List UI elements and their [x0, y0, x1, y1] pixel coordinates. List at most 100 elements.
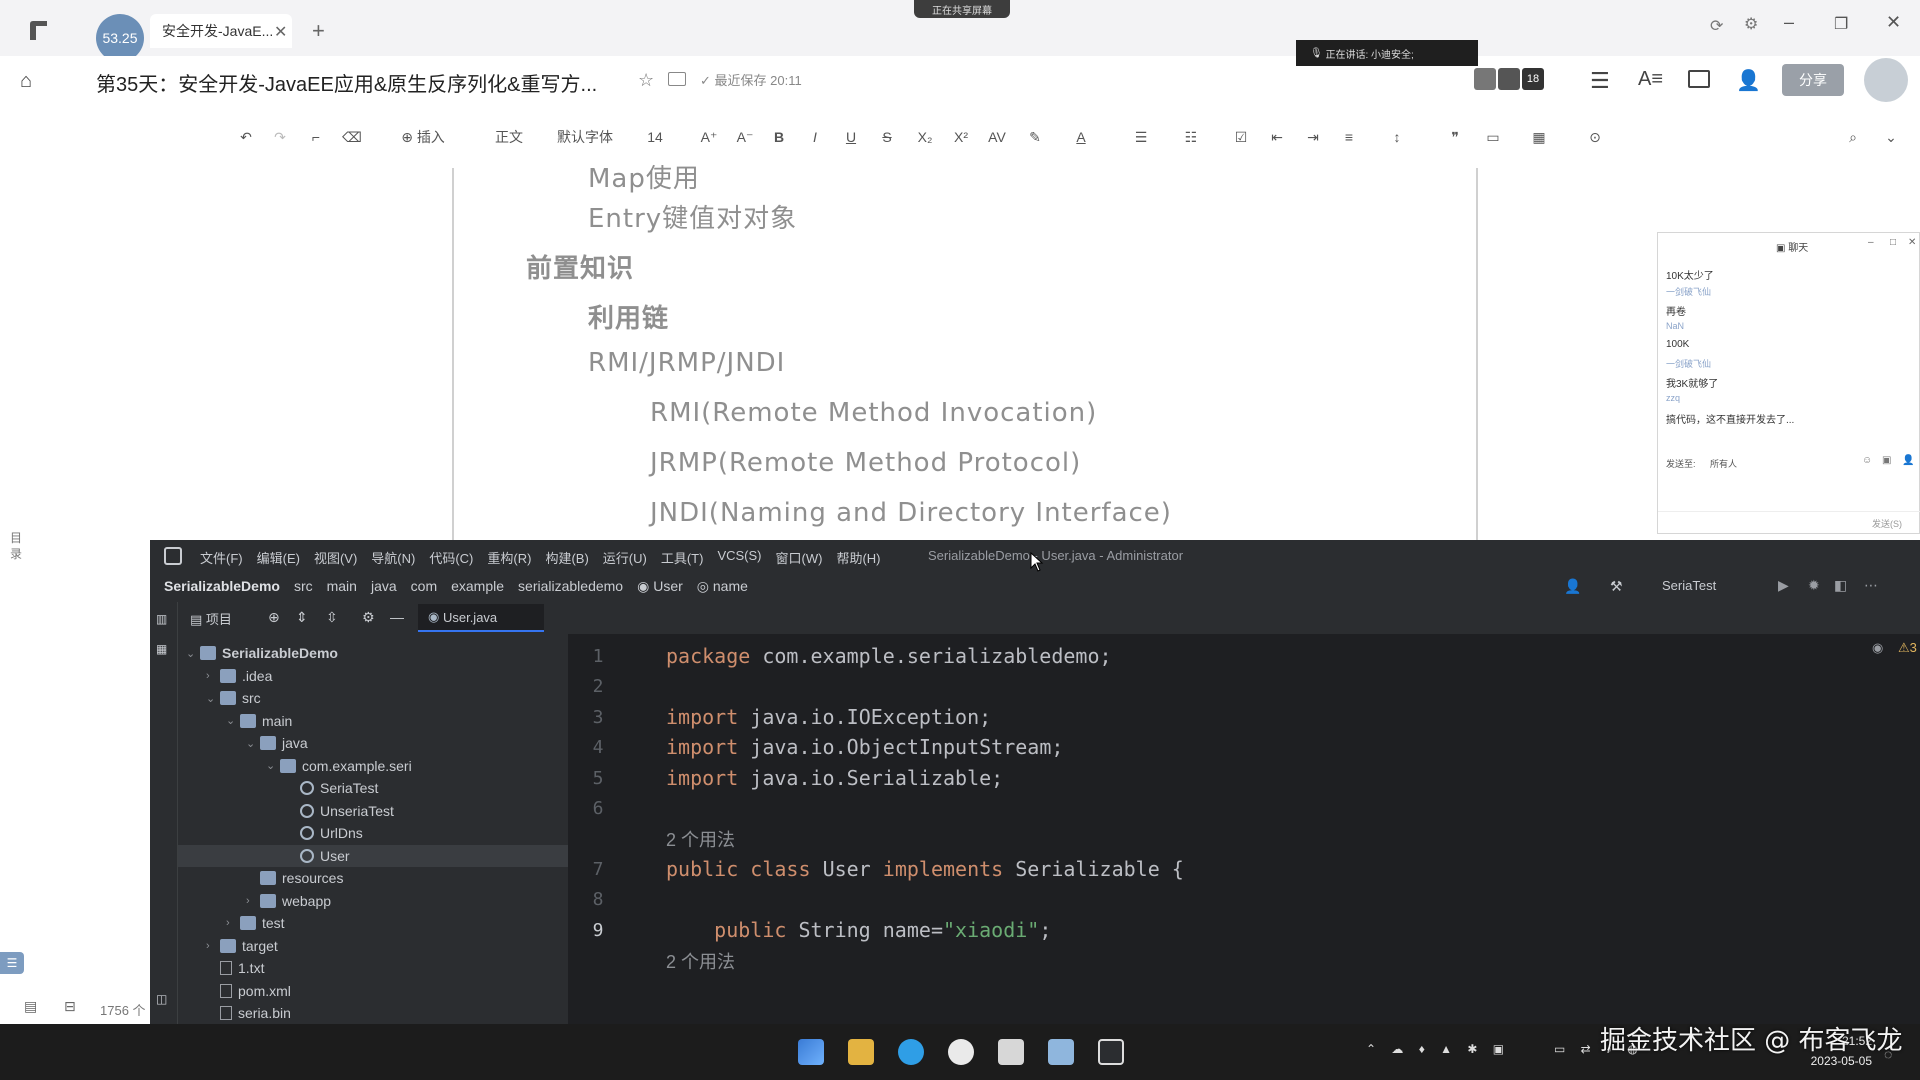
project-view-dropdown[interactable]: ▤ 项目 [190, 609, 232, 628]
structure-tool-icon[interactable]: ▦ [156, 642, 167, 656]
menu-help[interactable]: 帮助(H) [836, 548, 880, 567]
highlight-icon[interactable]: ✎ [1024, 126, 1046, 148]
menu-vcs[interactable]: VCS(S) [717, 548, 761, 567]
tree-item[interactable]: › test [178, 912, 568, 934]
chevron-right-icon[interactable]: › [206, 670, 220, 682]
menu-edit[interactable]: 编辑(E) [257, 548, 300, 567]
clear-format-icon[interactable]: ⌫ [342, 126, 362, 148]
photos-icon[interactable] [1048, 1039, 1074, 1065]
tree-item[interactable]: ⌄ main [178, 710, 568, 732]
doc-line[interactable]: JRMP(Remote Method Protocol) [650, 448, 1081, 478]
user-icon[interactable]: 👤 [1564, 578, 1581, 595]
run-icon[interactable]: ▶ [1778, 577, 1789, 594]
maximize-icon[interactable]: ❐ [1834, 14, 1848, 34]
subscript-icon[interactable]: X₂ [914, 126, 936, 148]
hide-panel-icon[interactable]: — [390, 609, 404, 625]
tab-close-icon[interactable]: ✕ [274, 22, 287, 42]
chrome-browser-icon[interactable] [948, 1039, 974, 1065]
image-icon[interactable]: ▣ [1882, 455, 1891, 466]
insert-menu[interactable]: ⊕ 插入 [390, 126, 456, 148]
expand-all-icon[interactable]: ⇕ [296, 609, 308, 626]
minimize-icon[interactable]: – [1784, 12, 1794, 33]
menu-window[interactable]: 窗口(W) [776, 548, 823, 567]
chevron-down-icon[interactable]: ⌄ [206, 692, 220, 705]
star-icon[interactable]: ☆ [638, 70, 654, 91]
breadcrumb-field[interactable]: ◎ name [697, 578, 748, 595]
menu-tools[interactable]: 工具(T) [661, 548, 704, 567]
code-line[interactable]: package com.example.serializabledemo; [666, 644, 1112, 668]
debug-icon[interactable]: ✹ [1808, 577, 1820, 594]
menu-run[interactable]: 运行(U) [603, 548, 647, 567]
intellij-idea-icon[interactable] [1098, 1039, 1124, 1065]
chat-maximize-icon[interactable]: □ [1890, 237, 1896, 248]
chevron-down-icon[interactable]: ⌄ [1880, 126, 1902, 148]
menu-file[interactable]: 文件(F) [200, 548, 243, 567]
bold-icon[interactable]: B [770, 126, 788, 148]
page-view-icon[interactable]: ⊟ [64, 998, 76, 1015]
menu-code[interactable]: 代码(C) [429, 548, 473, 567]
breadcrumb-class[interactable]: ◉ User [637, 578, 683, 595]
share-button[interactable]: 分享 [1782, 64, 1844, 96]
italic-icon[interactable]: I [806, 126, 824, 148]
code-line[interactable]: import java.io.Serializable; [666, 766, 1003, 790]
chevron-down-icon[interactable]: ⌄ [266, 759, 280, 772]
chevron-down-icon[interactable]: ⌄ [246, 737, 260, 750]
system-tray-icons[interactable]: ⌃ ☁ ♦ ▲ ✱ ▣ [1366, 1042, 1510, 1056]
doc-heading[interactable]: 前置知识 [526, 248, 634, 285]
menu-view[interactable]: 视图(V) [314, 548, 357, 567]
tab-document[interactable]: 安全开发-JavaE... [150, 14, 292, 48]
bullet-list-icon[interactable]: ☰ [1130, 126, 1152, 148]
code-line[interactable]: import java.io.IOException; [666, 705, 991, 729]
tree-item[interactable]: › target [178, 935, 568, 957]
character-spacing-icon[interactable]: AV [986, 126, 1008, 148]
chevron-down-icon[interactable]: ⌄ [226, 714, 240, 727]
chat-minimize-icon[interactable]: – [1868, 237, 1874, 248]
usages-hint[interactable]: 2 个用法 [666, 948, 735, 974]
doc-view-icon[interactable]: ▤ [24, 998, 37, 1015]
gear-icon[interactable]: ⚙ [362, 609, 375, 626]
tree-item[interactable]: ⌄ java [178, 732, 568, 754]
code-editor[interactable]: ◉ ⚠3 1 package com.example.serializablede… [568, 634, 1920, 1024]
usages-hint[interactable]: 2 个用法 [666, 826, 735, 852]
more-tools-icon[interactable]: ⊙ [1584, 126, 1606, 148]
menu-navigate[interactable]: 导航(N) [371, 548, 415, 567]
tab-user-java[interactable]: ◉ User.java [418, 604, 544, 632]
tree-item[interactable]: 1.txt [178, 957, 568, 979]
align-icon[interactable]: ≡ [1338, 126, 1360, 148]
tree-item[interactable]: › .idea [178, 665, 568, 687]
underline-icon[interactable]: U [842, 126, 860, 148]
doc-line[interactable]: JNDI(Naming and Directory Interface) [650, 498, 1172, 528]
reader-mode-icon[interactable]: ◉ [1872, 640, 1883, 656]
search-icon[interactable]: ⌕ [1842, 126, 1864, 148]
send-to-dropdown[interactable]: 所有人 [1710, 457, 1737, 470]
tree-item[interactable]: seria.bin [178, 1002, 568, 1024]
project-tool-icon[interactable]: ▥ [156, 612, 167, 626]
new-tab-icon[interactable]: + [312, 18, 325, 44]
tree-item[interactable]: User [178, 844, 568, 867]
tree-item[interactable]: pom.xml [178, 980, 568, 1002]
doc-line[interactable]: Map使用 [588, 158, 700, 195]
collapse-all-icon[interactable]: ⇳ [326, 609, 338, 626]
avatar[interactable] [1864, 58, 1908, 102]
member-icon[interactable]: 👤 [1902, 455, 1914, 466]
breadcrumb-item[interactable]: com [411, 578, 437, 595]
increase-font-icon[interactable]: A⁺ [698, 126, 720, 148]
font-dropdown[interactable]: 默认字体 [550, 126, 620, 148]
code-line[interactable]: public class User implements Serializabl… [666, 857, 1184, 881]
outline-toggle[interactable]: 目录 [10, 530, 26, 562]
code-line[interactable]: import java.io.ObjectInputStream; [666, 735, 1063, 759]
tree-item[interactable]: UrlDns [178, 822, 568, 844]
indent-icon[interactable]: ⇥ [1302, 126, 1324, 148]
home-icon[interactable]: ⌂ [20, 70, 32, 93]
strikethrough-icon[interactable]: S [878, 126, 896, 148]
chevron-right-icon[interactable]: › [206, 940, 220, 952]
more-run-icon[interactable]: ⋯ [1864, 577, 1878, 594]
close-window-icon[interactable]: ✕ [1886, 12, 1901, 33]
line-spacing-icon[interactable]: ↕ [1386, 126, 1408, 148]
doc-line[interactable]: Entry键值对对象 [588, 198, 797, 235]
divider-icon[interactable]: ▭ [1482, 126, 1504, 148]
superscript-icon[interactable]: X² [950, 126, 972, 148]
undo-icon[interactable]: ↶ [236, 126, 256, 148]
meeting-app-icon[interactable] [998, 1039, 1024, 1065]
file-explorer-icon[interactable] [848, 1039, 874, 1065]
